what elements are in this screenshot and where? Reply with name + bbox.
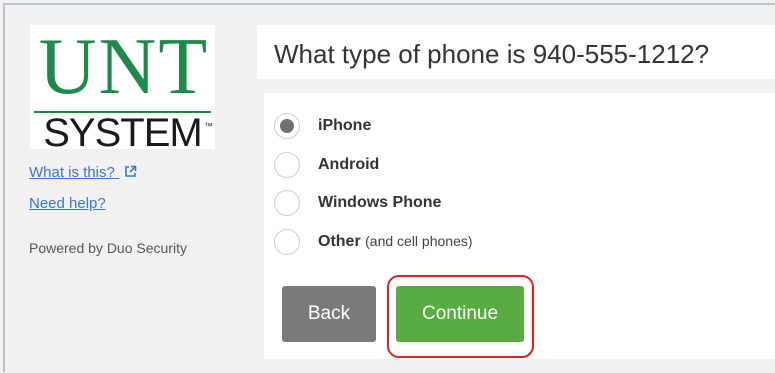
option-other-note: (and cell phones) [365,233,473,249]
logo-system-text: SYSTEM [43,111,202,155]
unt-system-logo: UNT SYSTEM ™ [30,23,215,153]
back-button[interactable]: Back [282,286,376,342]
logo-unt-text: UNT [38,23,210,111]
radio-selected-dot [280,119,294,133]
option-windows-phone[interactable]: Windows Phone [274,190,574,220]
radio-iphone[interactable] [274,113,300,139]
option-other-label: Other (and cell phones) [318,233,473,251]
radio-other[interactable] [274,229,300,255]
option-android[interactable]: Android [274,152,574,182]
option-windows-phone-label: Windows Phone [318,194,442,211]
logo-trademark: ™ [204,121,213,131]
continue-highlight-annotation [387,275,534,358]
option-iphone[interactable]: iPhone [274,113,574,143]
option-other-text: Other [318,233,361,250]
radio-windows-phone[interactable] [274,190,300,216]
external-link-icon [124,165,137,178]
powered-by-text: Powered by Duo Security [29,240,187,256]
phone-type-question: What type of phone is 940-555-1212? [274,39,710,69]
need-help-link[interactable]: Need help? [29,195,106,212]
option-android-label: Android [318,156,380,173]
option-iphone-label: iPhone [318,117,372,134]
radio-android[interactable] [274,152,300,178]
what-is-this-label: What is this? [29,164,115,181]
option-other[interactable]: Other (and cell phones) [274,229,574,259]
what-is-this-link[interactable]: What is this? [29,164,137,181]
question-header: What type of phone is 940-555-1212? [257,25,775,79]
